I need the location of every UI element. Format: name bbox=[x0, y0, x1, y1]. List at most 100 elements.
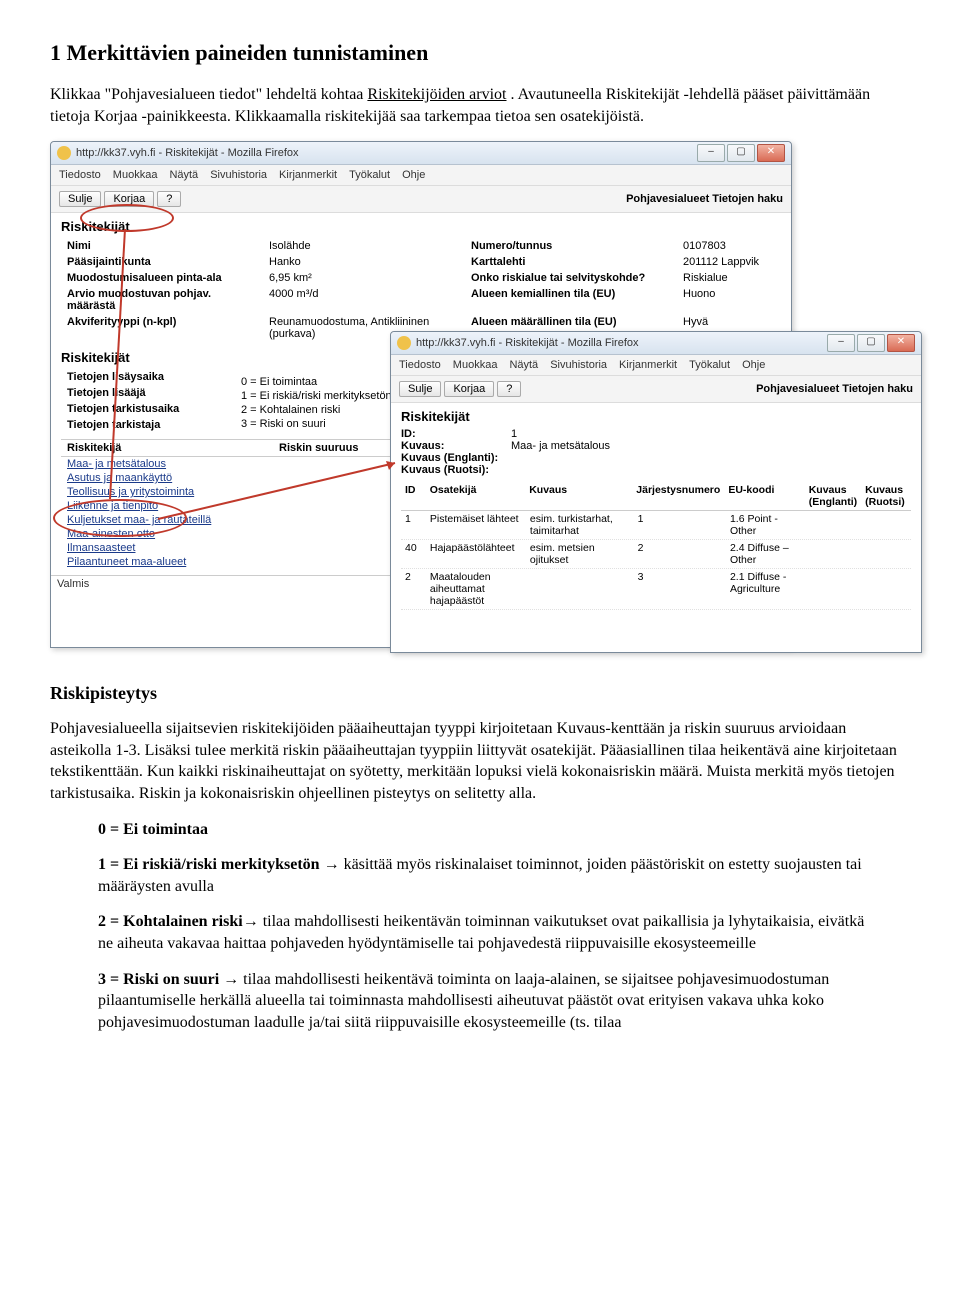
cell: esim. metsien ojitukset bbox=[526, 540, 634, 568]
val-numero: 0107803 bbox=[677, 238, 769, 254]
cell: 3 bbox=[634, 569, 726, 609]
menu-tyokalut[interactable]: Työkalut bbox=[349, 169, 390, 181]
window2-menubar: Tiedosto Muokkaa Näytä Sivuhistoria Kirj… bbox=[391, 355, 921, 376]
maximize-button[interactable]: ▢ bbox=[857, 334, 885, 352]
col-osatekija: Osatekijä bbox=[426, 482, 525, 510]
val-kunta: Hanko bbox=[263, 254, 465, 270]
screenshot-composite: http://kk37.vyh.fi - Riskitekijät - Mozi… bbox=[50, 141, 920, 661]
cell: esim. turkistarhat, taimitarhat bbox=[526, 511, 634, 539]
window-riskitekijat-detail: http://kk37.vyh.fi - Riskitekijät - Mozi… bbox=[390, 331, 922, 653]
lbl-akviferi: Akviferityyppi (n-kpl) bbox=[61, 314, 263, 342]
menu-ohje[interactable]: Ohje bbox=[742, 359, 765, 371]
scale-1-bold: 1 = Ei riskiä/riski merkityksetön bbox=[98, 856, 324, 873]
menu-muokkaa[interactable]: Muokkaa bbox=[113, 169, 158, 181]
menu-sivuhistoria[interactable]: Sivuhistoria bbox=[210, 169, 267, 181]
scale-def-3: 3 = Riski on suuri → tilaa mahdollisesti… bbox=[98, 969, 880, 1034]
cell: 1.6 Point - Other bbox=[726, 511, 807, 539]
header-right-label: Pohjavesialueet Tietojen haku bbox=[756, 383, 913, 395]
cell: 1 bbox=[634, 511, 726, 539]
doc-heading-2: Riskipisteytys bbox=[50, 683, 910, 704]
firefox-icon bbox=[397, 336, 411, 350]
lbl-lisaaja: Tietojen lisääjä bbox=[61, 385, 263, 401]
osa-row: 40 Hajapäästölähteet esim. metsien ojitu… bbox=[401, 540, 911, 569]
lbl-numero: Numero/tunnus bbox=[465, 238, 677, 254]
menu-sivuhistoria[interactable]: Sivuhistoria bbox=[550, 359, 607, 371]
menu-nayta[interactable]: Näytä bbox=[509, 359, 538, 371]
minimize-button[interactable]: – bbox=[697, 144, 725, 162]
menu-tiedosto[interactable]: Tiedosto bbox=[399, 359, 441, 371]
lbl-kuvaus: Kuvaus: bbox=[401, 440, 511, 452]
scale-definitions: 0 = Ei toimintaa 1 = Ei riskiä/riski mer… bbox=[98, 819, 880, 1034]
osa-row: 1 Pistemäiset lähteet esim. turkistarhat… bbox=[401, 511, 911, 540]
scale-def-1: 1 = Ei riskiä/riski merkityksetön → käsi… bbox=[98, 854, 880, 897]
sulje-button[interactable]: Sulje bbox=[399, 381, 441, 397]
menu-kirjanmerkit[interactable]: Kirjanmerkit bbox=[279, 169, 337, 181]
val-kuvaus-en bbox=[511, 452, 911, 464]
scale-def-2: 2 = Kohtalainen riski→ tilaa mahdollises… bbox=[98, 911, 880, 954]
cell: Pistemäiset lähteet bbox=[426, 511, 526, 539]
window1-toolbar: Sulje Korjaa ? Pohjavesialueet Tietojen … bbox=[51, 186, 791, 213]
lbl-nimi: Nimi bbox=[61, 238, 263, 254]
korjaa-button[interactable]: Korjaa bbox=[104, 191, 154, 207]
menu-ohje[interactable]: Ohje bbox=[402, 169, 425, 181]
cell bbox=[807, 511, 861, 539]
col-id: ID bbox=[401, 482, 426, 510]
p1-text-a: Klikkaa "Pohjavesialueen tiedot" lehdelt… bbox=[50, 86, 367, 103]
arrow-icon: → bbox=[243, 913, 259, 930]
close-button[interactable]: ✕ bbox=[757, 144, 785, 162]
lbl-id: ID: bbox=[401, 428, 511, 440]
help-button[interactable]: ? bbox=[157, 191, 181, 207]
arrow-icon: → bbox=[223, 971, 239, 988]
window1-title: http://kk37.vyh.fi - Riskitekijät - Mozi… bbox=[76, 147, 697, 159]
col-jarjestys: Järjestysnumero bbox=[632, 482, 724, 510]
cell: 2 bbox=[634, 540, 726, 568]
window2-toolbar: Sulje Korjaa ? Pohjavesialueet Tietojen … bbox=[391, 376, 921, 403]
cell bbox=[807, 540, 861, 568]
scale-0-bold: 0 = Ei toimintaa bbox=[98, 821, 208, 838]
scale-3-bold: 3 = Riski on suuri bbox=[98, 971, 223, 988]
arrow-icon: → bbox=[324, 856, 340, 873]
lbl-arvio: Arvio muodostuvan pohjav. määrästä bbox=[61, 286, 263, 314]
val-id: 1 bbox=[511, 428, 911, 440]
col-riskin-suuruus: Riskin suuruus bbox=[273, 440, 364, 456]
section-title-riskitekijat: Riskitekijät bbox=[61, 219, 781, 234]
cell bbox=[861, 540, 911, 568]
window2-content: Riskitekijät ID:1 Kuvaus:Maa- ja metsäta… bbox=[391, 403, 921, 616]
menu-nayta[interactable]: Näytä bbox=[169, 169, 198, 181]
help-button[interactable]: ? bbox=[497, 381, 521, 397]
val-nimi: Isolähde bbox=[263, 238, 465, 254]
val-karttalehti: 201112 Lappvik bbox=[677, 254, 769, 270]
col-riskitekija: Riskitekijä bbox=[61, 440, 273, 456]
val-kemiallinen: Huono bbox=[677, 286, 769, 314]
lbl-kemiallinen: Alueen kemiallinen tila (EU) bbox=[465, 286, 677, 314]
maximize-button[interactable]: ▢ bbox=[727, 144, 755, 162]
val-kuvaus-sv bbox=[511, 464, 911, 476]
cell: 2.1 Diffuse - Agriculture bbox=[726, 569, 807, 609]
menu-tyokalut[interactable]: Työkalut bbox=[689, 359, 730, 371]
doc-paragraph-1: Klikkaa "Pohjavesialueen tiedot" lehdelt… bbox=[50, 84, 910, 127]
section-title-riskitekijat: Riskitekijät bbox=[401, 409, 911, 424]
cell bbox=[861, 569, 911, 609]
minimize-button[interactable]: – bbox=[827, 334, 855, 352]
close-button[interactable]: ✕ bbox=[887, 334, 915, 352]
cell: 40 bbox=[401, 540, 426, 568]
header-right-label: Pohjavesialueet Tietojen haku bbox=[626, 193, 783, 205]
korjaa-button[interactable]: Korjaa bbox=[444, 381, 494, 397]
lbl-lisaysaika: Tietojen lisäysaika bbox=[61, 369, 263, 385]
col-kuvaus-en: Kuvaus (Englanti) bbox=[805, 482, 861, 510]
lbl-kuvaus-sv: Kuvaus (Ruotsi): bbox=[401, 464, 511, 476]
lbl-riskialue: Onko riskialue tai selvityskohde? bbox=[465, 270, 677, 286]
val-kuvaus: Maa- ja metsätalous bbox=[511, 440, 911, 452]
menu-tiedosto[interactable]: Tiedosto bbox=[59, 169, 101, 181]
menu-muokkaa[interactable]: Muokkaa bbox=[453, 359, 498, 371]
val-riskialue: Riskialue bbox=[677, 270, 769, 286]
val-arvio: 4000 m³/d bbox=[263, 286, 465, 314]
menu-kirjanmerkit[interactable]: Kirjanmerkit bbox=[619, 359, 677, 371]
lbl-pinta-ala: Muodostumisalueen pinta-ala bbox=[61, 270, 263, 286]
sulje-button[interactable]: Sulje bbox=[59, 191, 101, 207]
window2-titlebar: http://kk37.vyh.fi - Riskitekijät - Mozi… bbox=[391, 332, 921, 355]
scale-2-bold: 2 = Kohtalainen riski bbox=[98, 913, 243, 930]
cell: 2 bbox=[401, 569, 426, 609]
val-pinta-ala: 6,95 km² bbox=[263, 270, 465, 286]
window1-titlebar: http://kk37.vyh.fi - Riskitekijät - Mozi… bbox=[51, 142, 791, 165]
